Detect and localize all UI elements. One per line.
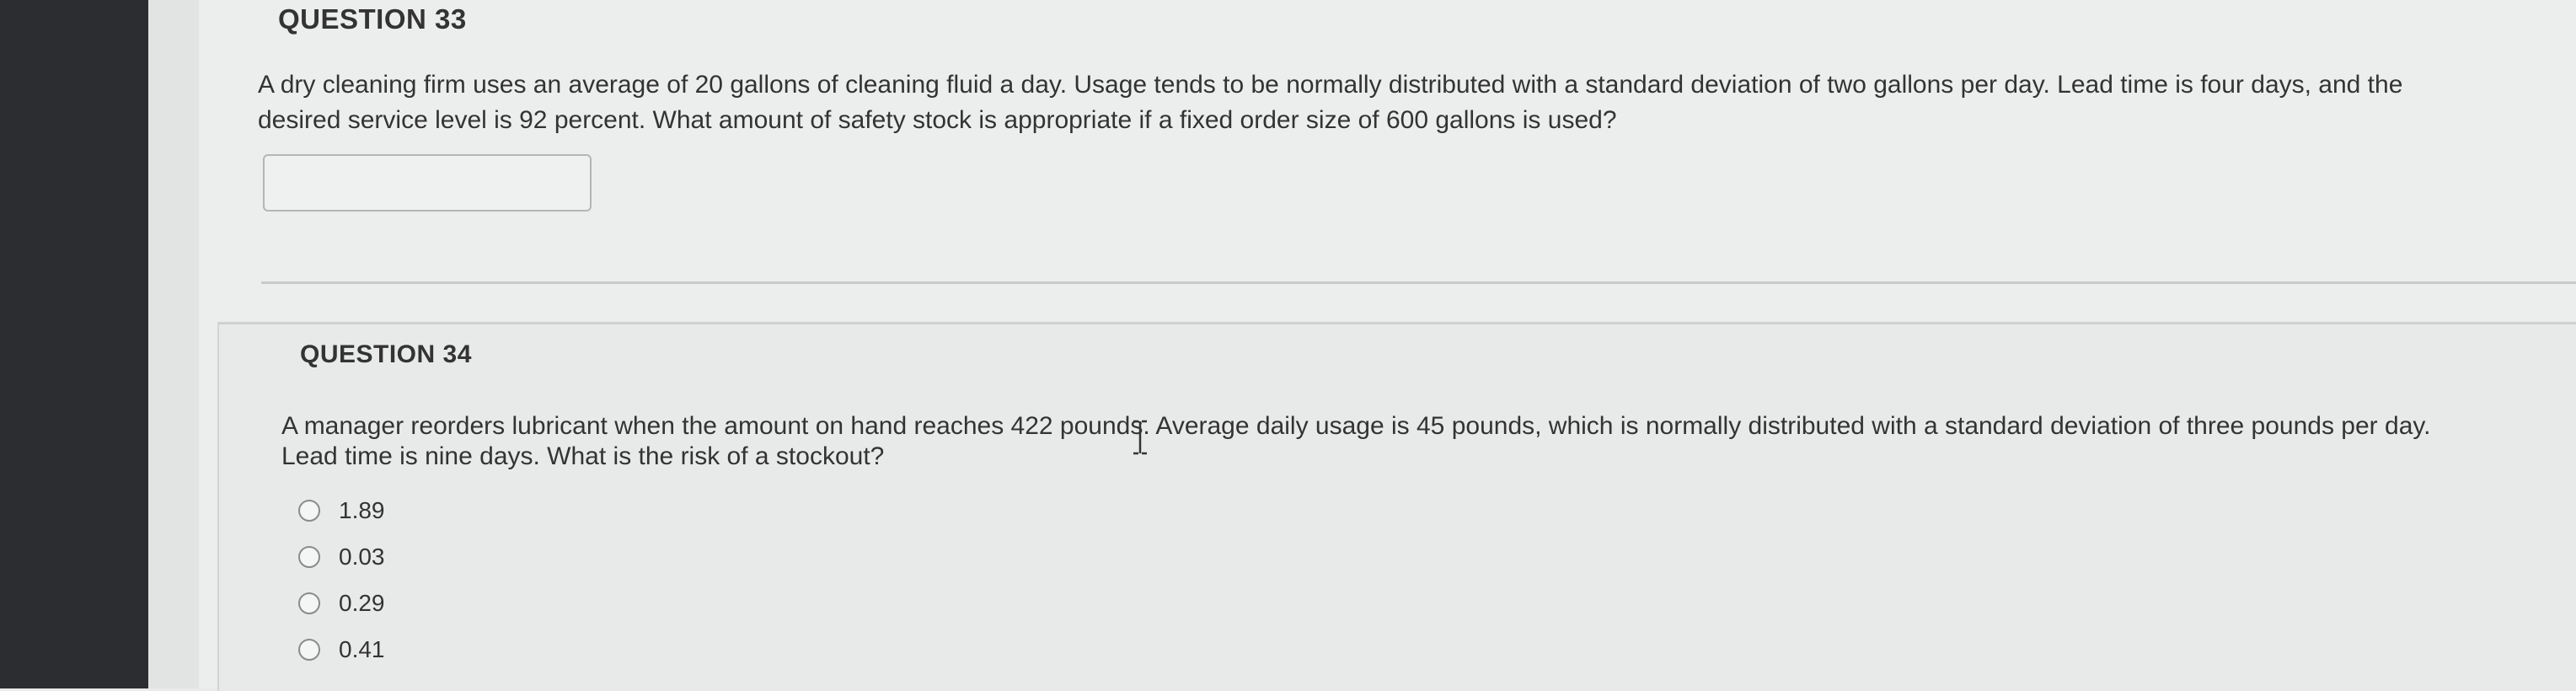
answer-option-1[interactable]: 1.89 [298, 487, 385, 533]
question-33-answer-input[interactable] [263, 154, 592, 212]
answer-option-2[interactable]: 0.03 [298, 533, 385, 580]
question-34-options: 1.89 0.03 0.29 0.41 [298, 487, 385, 672]
text-cursor-icon [1133, 420, 1147, 455]
answer-option-4[interactable]: 0.41 [298, 626, 385, 672]
answer-option-3[interactable]: 0.29 [298, 580, 385, 626]
question-34-text: A manager reorders lubricant when the am… [281, 411, 2557, 472]
answer-option-label: 0.29 [339, 589, 385, 616]
question-33-text: A dry cleaning firm uses an average of 2… [258, 67, 2571, 138]
radio-button-icon[interactable] [298, 638, 320, 661]
radio-button-icon[interactable] [298, 545, 320, 568]
radio-button-icon[interactable] [298, 592, 320, 614]
answer-option-label: 1.89 [339, 496, 385, 523]
question-34-title: QUESTION 34 [300, 340, 472, 368]
question-34-text-line-2: Lead time is nine days. What is the risk… [281, 442, 885, 470]
left-gutter [148, 0, 199, 688]
left-bezel [0, 0, 148, 688]
question-divider [261, 281, 2576, 284]
answer-option-label: 0.03 [339, 543, 385, 570]
answer-option-label: 0.41 [339, 635, 385, 662]
question-33-text-line-1: A dry cleaning firm uses an average of 2… [258, 71, 2403, 99]
question-33-text-line-2: desired service level is 92 percent. Wha… [258, 106, 1617, 134]
question-33-title: QUESTION 33 [278, 3, 467, 35]
radio-button-icon[interactable] [298, 499, 320, 522]
question-34-panel [217, 322, 2576, 691]
question-34-text-line-1: A manager reorders lubricant when the am… [281, 412, 2431, 440]
